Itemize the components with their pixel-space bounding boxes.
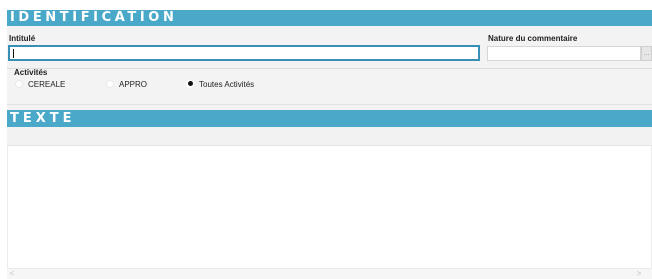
radio-cereale-label: CEREALE [28, 80, 66, 89]
nature-commentaire-label: Nature du commentaire [488, 34, 578, 43]
radio-unchecked-icon[interactable] [15, 79, 23, 88]
scroll-left-icon[interactable]: < [7, 269, 17, 279]
radio-toutes-activites[interactable]: Toutes Activités [186, 79, 255, 90]
identification-header: IDENTIFICATION [7, 10, 652, 26]
radio-checked-icon[interactable] [186, 79, 194, 88]
intitule-label: Intitulé [9, 34, 36, 43]
panel-divider [7, 104, 652, 105]
texte-toolbar-strip [7, 127, 652, 146]
intitule-input[interactable] [8, 45, 480, 61]
radio-appro-label: APPRO [119, 80, 148, 89]
horizontal-scrollbar[interactable]: < > [7, 268, 652, 279]
radio-appro[interactable]: APPRO [106, 79, 148, 90]
nature-lookup-button[interactable]: ... [641, 46, 652, 61]
radio-cereale[interactable]: CEREALE [15, 79, 66, 90]
scroll-right-icon[interactable]: > [634, 269, 644, 279]
activites-label: Activités [14, 68, 48, 77]
texte-textarea[interactable] [7, 146, 652, 268]
radio-toutes-activites-label: Toutes Activités [199, 80, 255, 89]
text-caret [13, 49, 14, 58]
radio-unchecked-icon[interactable] [106, 79, 114, 88]
texte-header: TEXTE [7, 110, 652, 127]
nature-commentaire-field[interactable] [487, 46, 641, 61]
separator [7, 68, 652, 69]
